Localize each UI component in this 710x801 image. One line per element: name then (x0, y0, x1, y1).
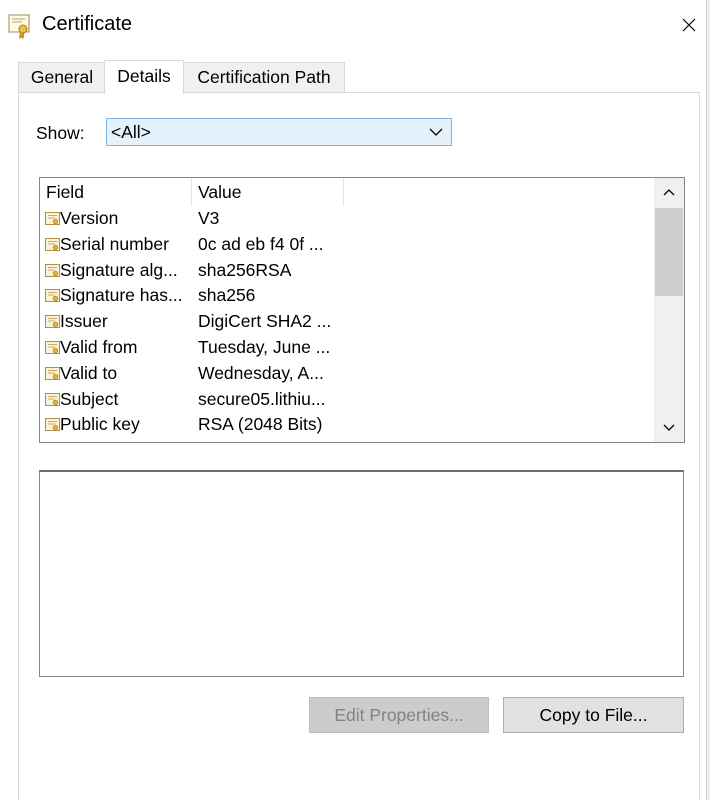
field-value: V3 (198, 208, 220, 228)
certificate-field-icon (45, 263, 60, 278)
certificate-field-icon (45, 392, 60, 407)
column-header-field[interactable]: Field (40, 178, 192, 206)
title-bar[interactable]: Certificate (0, 0, 706, 52)
list-header: Field Value (40, 178, 654, 206)
field-value: RSA (2048 Bits) (198, 414, 323, 435)
tab-strip: General Details Certification Path (18, 60, 698, 94)
certificate-dialog: Certificate General Details Certificatio… (0, 0, 706, 801)
list-scrollbar[interactable] (654, 178, 684, 442)
certificate-field-icon (45, 340, 60, 355)
field-name: Signature alg... (60, 259, 178, 280)
scroll-down-button[interactable] (654, 414, 684, 442)
column-header-value[interactable]: Value (192, 178, 344, 206)
certificate-field-icon (45, 212, 60, 226)
scroll-up-button[interactable] (654, 178, 684, 206)
certificate-field-icon (45, 366, 60, 381)
field-value: DigiCert SHA2 ... (198, 311, 332, 332)
tab-details[interactable]: Details (104, 60, 184, 94)
certificate-field-icon (45, 418, 60, 432)
show-dropdown-value: <All> (111, 122, 151, 142)
close-button[interactable] (672, 8, 706, 42)
field-name: Version (60, 208, 119, 228)
scrollbar-thumb[interactable] (655, 208, 683, 296)
tab-general[interactable]: General (18, 62, 106, 92)
certificate-field-icon (45, 237, 60, 252)
field-name: Valid from (60, 336, 138, 357)
field-value: Tuesday, June ... (198, 336, 331, 357)
list-item[interactable]: Subject secure05.lithiu... (40, 387, 654, 413)
field-name: Signature has... (60, 285, 183, 306)
tab-certification-path[interactable]: Certification Path (183, 62, 345, 92)
field-name: Subject (60, 388, 119, 409)
field-name: Valid to (60, 362, 118, 383)
list-item[interactable]: Signature has... sha256 (40, 283, 654, 309)
window-title: Certificate (42, 13, 133, 35)
field-value: sha256RSA (198, 259, 292, 280)
chevron-down-icon (663, 424, 675, 431)
field-value: secure05.lithiu... (198, 388, 326, 409)
column-header-value-label: Value (198, 182, 242, 202)
field-name: Serial number (60, 233, 169, 254)
list-item[interactable]: Public key RSA (2048 Bits) (40, 412, 654, 438)
field-value: 0c ad eb f4 0f ... (198, 233, 324, 254)
list-item[interactable]: Issuer DigiCert SHA2 ... (40, 309, 654, 335)
certificate-icon (8, 14, 30, 39)
field-name: Issuer (60, 311, 108, 332)
certificate-field-icon (45, 289, 60, 303)
field-value: Wednesday, A... (198, 362, 324, 383)
list-item[interactable]: Serial number 0c ad eb f4 0f ... (40, 232, 654, 258)
chevron-down-icon (429, 128, 443, 136)
fields-list[interactable]: Field Value Version V3 Serial number 0c ad … (39, 177, 685, 443)
copy-to-file-button[interactable]: Copy to File... (503, 697, 684, 733)
close-icon (682, 18, 696, 32)
edit-properties-button[interactable]: Edit Properties... (309, 697, 489, 733)
column-header-field-label: Field (46, 182, 84, 202)
list-item[interactable]: Valid from Tuesday, June ... (40, 335, 654, 361)
certificate-field-icon (45, 315, 60, 329)
field-name: Public key (60, 414, 140, 435)
show-dropdown[interactable]: <All> (106, 118, 452, 146)
chevron-up-icon (663, 189, 675, 196)
list-item[interactable]: Valid to Wednesday, A... (40, 361, 654, 387)
field-detail-box[interactable] (39, 470, 684, 677)
show-label: Show: (36, 123, 85, 143)
list-item[interactable]: Signature alg... sha256RSA (40, 258, 654, 284)
list-rows: Version V3 Serial number 0c ad eb f4 0f ...… (40, 206, 654, 438)
list-item[interactable]: Version V3 (40, 206, 654, 232)
field-value: sha256 (198, 285, 256, 306)
